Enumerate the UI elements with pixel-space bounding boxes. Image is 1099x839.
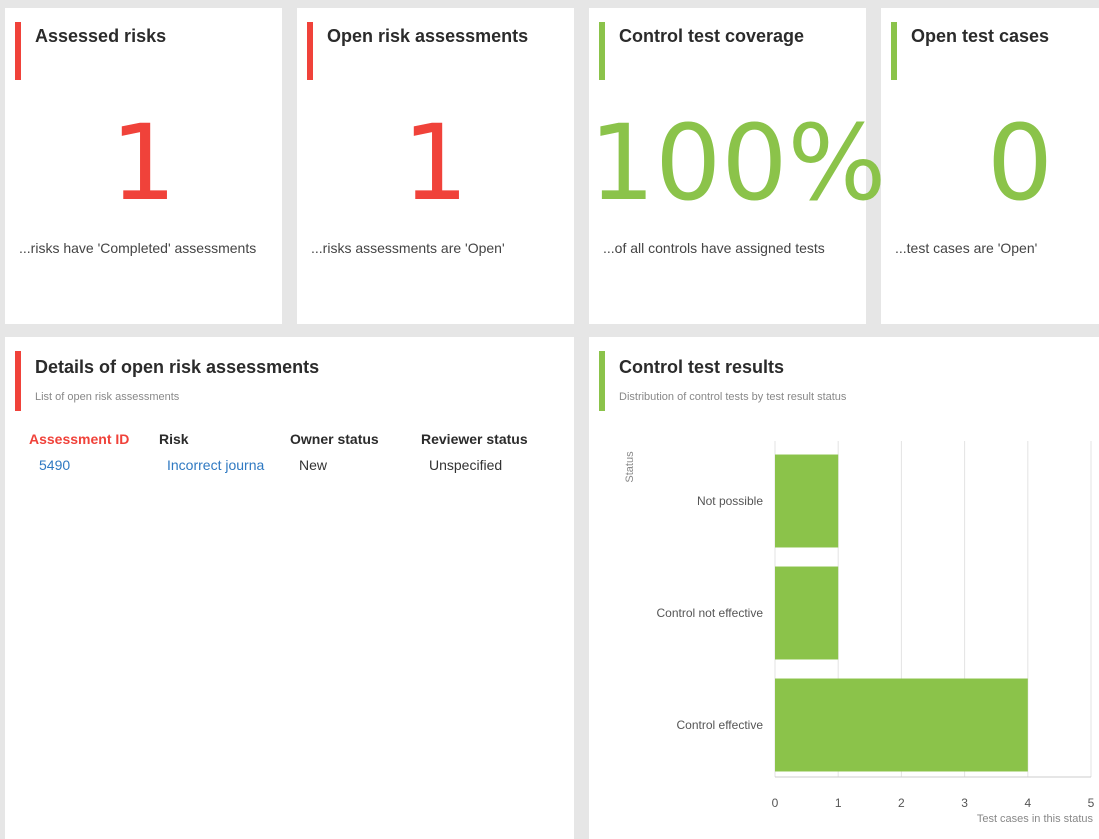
accent-bar <box>15 351 21 411</box>
column-header-owner-status[interactable]: Owner status <box>290 431 379 447</box>
y-tick-label: Control effective <box>677 718 764 732</box>
kpi-card-control-test-coverage[interactable]: Control test coverage 100% ...of all con… <box>589 8 887 324</box>
column-header-risk[interactable]: Risk <box>159 431 189 447</box>
accent-bar <box>15 22 21 80</box>
assessment-id-link[interactable]: 5490 <box>39 457 70 473</box>
reviewer-status-cell: Unspecified <box>429 457 503 473</box>
kpi-value: 1 <box>110 102 177 224</box>
kpi-caption: ...of all controls have assigned tests <box>603 240 825 256</box>
x-tick-label: 2 <box>898 796 905 810</box>
kpi-caption: ...risks have 'Completed' assessments <box>19 240 257 256</box>
card-title: Open test cases <box>911 26 1050 46</box>
card-title: Assessed risks <box>35 26 167 46</box>
kpi-card-open-risk-assessments[interactable]: Open risk assessments 1 ...risks assessm… <box>297 8 574 324</box>
y-tick-label: Not possible <box>697 494 763 508</box>
y-tick-label: Control not effective <box>656 606 763 620</box>
panel-title: Details of open risk assessments <box>35 357 320 377</box>
card-title: Control test coverage <box>619 26 805 46</box>
owner-status-cell: New <box>299 457 328 473</box>
column-header-assessment-id[interactable]: Assessment ID <box>29 431 129 447</box>
bar[interactable] <box>775 678 1028 772</box>
details-panel: Details of open risk assessments List of… <box>5 337 574 839</box>
kpi-caption: ...risks assessments are 'Open' <box>311 240 505 256</box>
kpi-caption: ...test cases are 'Open' <box>895 240 1038 256</box>
control-test-results-panel: Control test results Distribution of con… <box>589 337 1099 839</box>
kpi-value: 1 <box>402 102 469 224</box>
kpi-card-assessed-risks[interactable]: Assessed risks 1 ...risks have 'Complete… <box>5 8 282 324</box>
column-header-reviewer-status[interactable]: Reviewer status <box>421 431 528 447</box>
control-test-results-chart: 0 1 2 3 4 5 Not possible Control not effective C… <box>624 441 1095 825</box>
accent-bar <box>307 22 313 80</box>
x-axis-title: Test cases in this status <box>977 813 1094 825</box>
x-tick-label: 3 <box>961 796 968 810</box>
x-tick-label: 4 <box>1024 796 1031 810</box>
accent-bar <box>891 22 897 80</box>
panel-subtitle: List of open risk assessments <box>35 391 180 403</box>
y-axis-title: Status <box>624 451 636 483</box>
x-tick-label: 5 <box>1088 796 1095 810</box>
card-title: Open risk assessments <box>327 26 529 46</box>
bar[interactable] <box>775 566 839 660</box>
x-tick-label: 0 <box>772 796 779 810</box>
accent-bar <box>599 22 605 80</box>
kpi-value: 100% <box>589 102 887 224</box>
kpi-card-open-test-cases[interactable]: Open test cases 0 ...test cases are 'Ope… <box>881 8 1099 324</box>
risk-link[interactable]: Incorrect journa <box>167 457 264 473</box>
x-tick-label: 1 <box>835 796 842 810</box>
kpi-value: 0 <box>986 102 1054 224</box>
bar[interactable] <box>775 454 839 548</box>
